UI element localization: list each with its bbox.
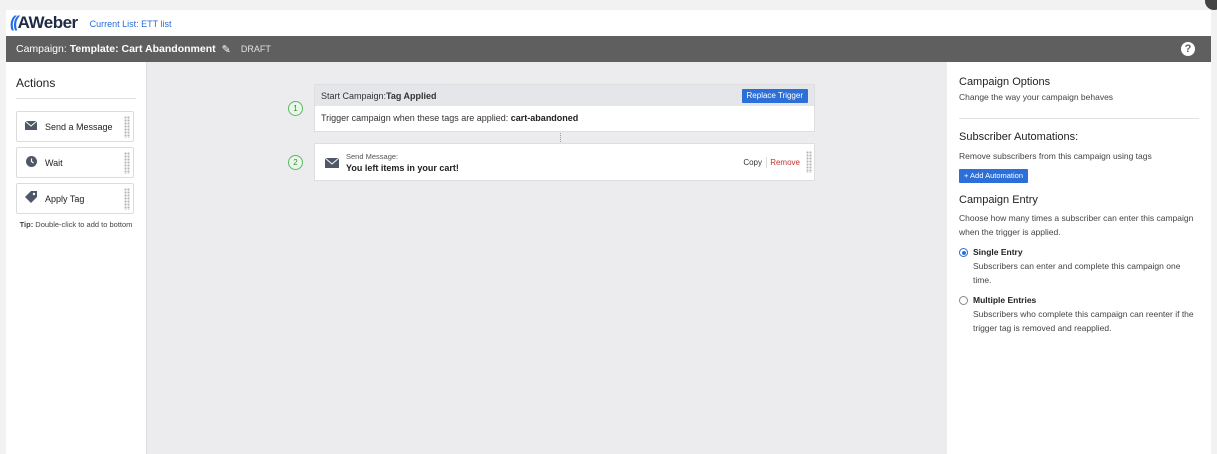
single-entry-title: Single Entry xyxy=(973,247,1023,258)
remove-link[interactable]: Remove xyxy=(770,158,800,167)
options-subtitle: Change the way your campaign behaves xyxy=(959,92,1114,102)
action-label: Apply Tag xyxy=(45,193,85,204)
single-entry-option[interactable]: Single Entry Subscribers can enter and c… xyxy=(959,247,1199,287)
drag-handle-icon[interactable] xyxy=(806,151,812,173)
tip-text: Tip: Double-click to add to bottom xyxy=(16,219,136,230)
action-wait[interactable]: Wait xyxy=(16,147,134,178)
envelope-icon xyxy=(24,120,38,133)
add-automation-button[interactable]: + Add Automation xyxy=(959,169,1029,183)
tip-label: Tip: xyxy=(19,220,34,229)
action-apply-tag[interactable]: Apply Tag xyxy=(16,183,134,214)
tag-icon xyxy=(24,191,38,206)
campaign-label: Campaign: xyxy=(16,43,67,55)
step-connector xyxy=(560,133,562,142)
window-corner-button[interactable] xyxy=(1205,0,1217,10)
single-entry-description: Subscribers can enter and complete this … xyxy=(973,261,1181,285)
clock-icon xyxy=(24,155,38,170)
options-title: Campaign Options xyxy=(959,76,1051,88)
automations-title: Subscriber Automations: xyxy=(959,131,1079,143)
aweber-logo[interactable]: (( AWeber xyxy=(10,13,78,33)
logo-text: AWeber xyxy=(17,13,79,32)
trigger-body: Trigger campaign when these tags are app… xyxy=(315,106,814,130)
logo-mark: (( xyxy=(10,14,19,31)
campaign-status: DRAFT xyxy=(240,44,271,54)
help-icon[interactable]: ? xyxy=(1181,42,1195,56)
drag-handle-icon[interactable] xyxy=(124,152,130,174)
action-label: Send a Message xyxy=(45,121,113,132)
divider xyxy=(766,157,767,168)
step-number-1: 1 xyxy=(288,101,303,116)
multiple-entries-radio[interactable] xyxy=(959,296,968,306)
envelope-icon xyxy=(324,157,340,171)
drag-handle-icon[interactable] xyxy=(124,116,130,138)
multiple-entries-title: Multiple Entries xyxy=(973,295,1037,306)
trigger-header: Start Campaign: Tag Applied Replace Trigg… xyxy=(315,85,814,106)
campaign-header: Campaign: Template: Cart Abandonment ✎ D… xyxy=(6,36,1211,62)
step-number-2: 2 xyxy=(288,155,303,170)
campaign-entry-title: Campaign Entry xyxy=(959,194,1038,206)
copy-link[interactable]: Copy xyxy=(743,158,762,167)
current-list-link[interactable]: Current List: ETT list xyxy=(90,19,172,29)
top-bar: (( AWeber Current List: ETT list xyxy=(6,10,1211,36)
campaign-entry-description: Choose how many times a subscriber can e… xyxy=(959,213,1194,237)
campaign-options-panel: Campaign Options Change the way your cam… xyxy=(947,62,1211,454)
automations-description: Remove subscribers from this campaign us… xyxy=(959,151,1152,161)
trigger-type: Tag Applied xyxy=(386,90,437,101)
action-send-message[interactable]: Send a Message xyxy=(16,111,134,142)
workflow-canvas: 1 Start Campaign: Tag Applied Replace Tri… xyxy=(147,62,947,454)
drag-handle-icon[interactable] xyxy=(124,188,130,210)
actions-panel: Actions Send a Message Wait Apply Tag Ti… xyxy=(6,62,147,454)
message-subject: You left items in your cart! xyxy=(346,163,459,173)
divider xyxy=(16,98,136,99)
trigger-prefix: Start Campaign: xyxy=(321,90,387,101)
multiple-entries-description: Subscribers who complete this campaign c… xyxy=(973,309,1194,333)
single-entry-radio[interactable] xyxy=(959,248,968,258)
edit-pencil-icon[interactable]: ✎ xyxy=(222,43,231,56)
actions-title: Actions xyxy=(16,76,56,90)
message-card[interactable]: Send Message: You left items in your car… xyxy=(314,143,815,181)
trigger-card[interactable]: Start Campaign: Tag Applied Replace Trigg… xyxy=(314,84,815,132)
trigger-tag: cart-abandoned xyxy=(510,113,579,123)
tip-body: Double-click to add to bottom xyxy=(35,220,133,229)
campaign-name: Template: Cart Abandonment xyxy=(69,43,216,55)
trigger-description: Trigger campaign when these tags are app… xyxy=(321,113,509,123)
replace-trigger-button[interactable]: Replace Trigger xyxy=(741,89,808,103)
message-label: Send Message: xyxy=(346,152,399,161)
action-label: Wait xyxy=(45,157,63,168)
multiple-entries-option[interactable]: Multiple Entries Subscribers who complet… xyxy=(959,295,1199,335)
divider xyxy=(959,118,1199,119)
